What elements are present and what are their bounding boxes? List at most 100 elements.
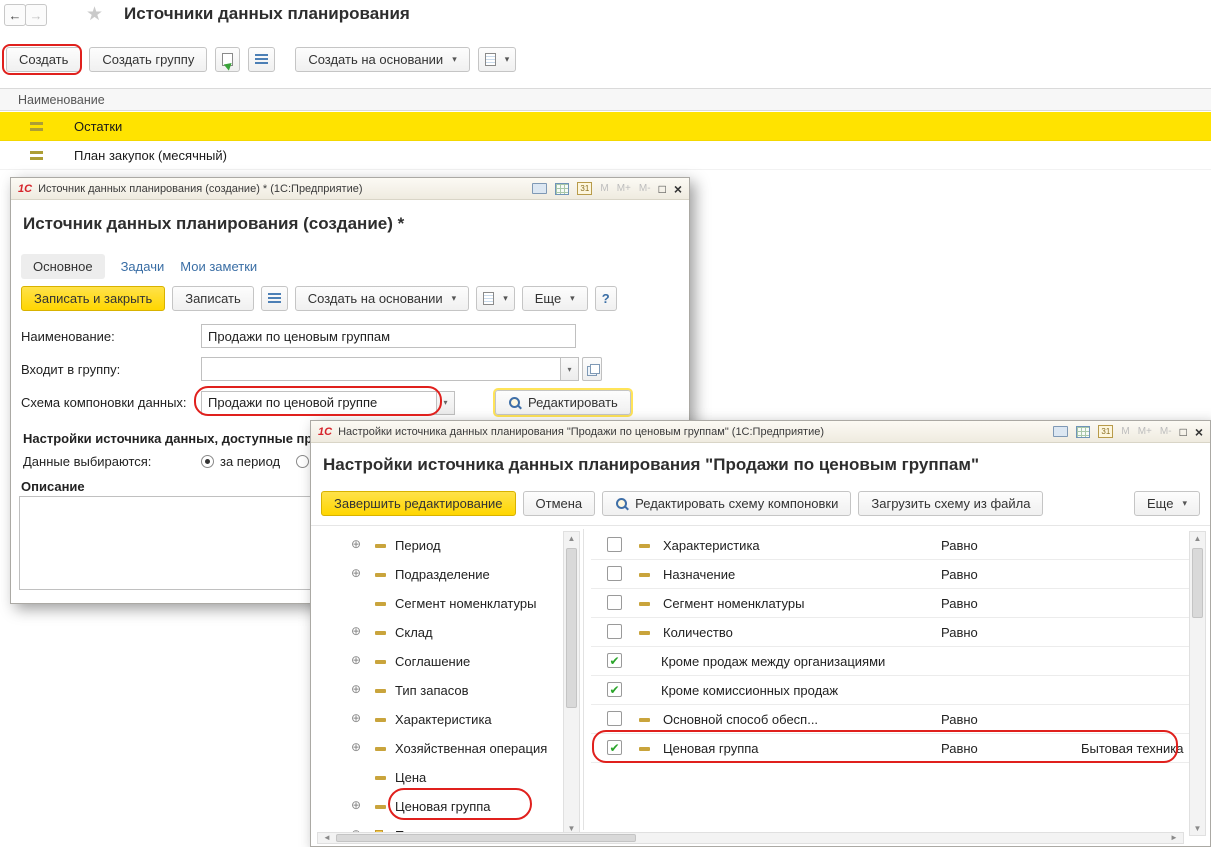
filter-row[interactable]: ✔Кроме комиссионных продаж [591,676,1189,705]
tree-item[interactable]: ⊕Соглашение [331,647,561,676]
tree-item[interactable]: ⊕Характеристика [331,705,561,734]
create-based-on-button[interactable]: Создать на основании ▾ [295,286,469,311]
tree-item[interactable]: ⊕Тип запасов [331,676,561,705]
chevron-down-icon: ▾ [505,54,510,65]
schema-dropdown-button[interactable]: ▾ [437,391,455,415]
filter-row[interactable]: Основной способ обесп...Равно [591,705,1189,734]
filter-row[interactable]: ✔Кроме продаж между организациями [591,647,1189,676]
edit-composition-schema-button[interactable]: Редактировать схему компоновки [602,491,851,516]
close-icon[interactable]: × [1195,424,1203,440]
filter-row[interactable]: Сегмент номенклатурыРавно [591,589,1189,618]
more-button[interactable]: Еще ▾ [522,286,588,311]
memory-m-button[interactable]: M [600,183,608,194]
name-input[interactable] [201,324,576,348]
cancel-button[interactable]: Отмена [523,491,596,516]
document-menu-button[interactable]: ▾ [478,47,517,72]
filter-checkbox[interactable]: ✔ [607,740,622,755]
scroll-right-icon[interactable]: ► [1167,833,1181,843]
document-menu-button[interactable]: ▾ [476,286,515,311]
tree-item[interactable]: ⊕Ценовая группа [331,792,561,821]
table-icon[interactable] [1076,426,1090,438]
table-icon[interactable] [555,183,569,195]
edit-schema-button[interactable]: Редактировать [495,390,631,415]
scroll-up-icon[interactable]: ▲ [564,534,579,543]
memory-m-plus-button[interactable]: M+ [1138,426,1152,437]
calendar-icon[interactable]: 31 [577,182,592,195]
expand-icon[interactable]: ⊕ [349,624,363,638]
print-icon[interactable] [1053,426,1068,437]
window-titlebar[interactable]: 1С Источник данных планирования (создани… [11,178,689,200]
expand-icon[interactable]: ⊕ [349,740,363,754]
expand-icon[interactable]: ⊕ [349,711,363,725]
save-button[interactable]: Записать [172,286,254,311]
tree-item[interactable]: ⊕Склад [331,618,561,647]
create-group-button[interactable]: Создать группу [89,47,207,72]
schema-input[interactable] [201,391,437,415]
expand-icon[interactable]: ⊕ [349,798,363,812]
filter-checkbox[interactable]: ✔ [607,682,622,697]
filters-vertical-scrollbar[interactable]: ▲ ▼ [1189,531,1206,836]
tab-tasks[interactable]: Задачи [121,259,165,274]
tree-item[interactable]: Цена [331,763,561,792]
column-header-name[interactable]: Наименование [0,88,1211,111]
memory-m-button[interactable]: M [1121,426,1129,437]
filter-checkbox[interactable] [607,566,622,581]
filter-checkbox[interactable] [607,711,622,726]
maximize-icon[interactable]: □ [1180,425,1187,439]
memory-m-minus-button[interactable]: M- [639,183,651,194]
list-view-button[interactable] [248,47,275,72]
tree-vertical-scrollbar[interactable]: ▲ ▼ [563,531,580,836]
more-button[interactable]: Еще ▾ [1134,491,1200,516]
tree-item[interactable]: ⊕Период [331,531,561,560]
print-icon[interactable] [532,183,547,194]
window-titlebar[interactable]: 1С Настройки источника данных планирован… [311,421,1210,443]
finish-editing-button[interactable]: Завершить редактирование [321,491,516,516]
memory-m-minus-button[interactable]: M- [1160,426,1172,437]
copy-document-button[interactable] [215,47,240,72]
filter-checkbox[interactable] [607,537,622,552]
tree-item[interactable]: ⊕Подразделение [331,560,561,589]
filter-checkbox[interactable]: ✔ [607,653,622,668]
scrollbar-thumb[interactable] [1192,548,1203,618]
expand-icon[interactable]: ⊕ [349,537,363,551]
list-item[interactable]: Остатки [0,112,1211,141]
create-based-on-button[interactable]: Создать на основании ▾ [295,47,469,72]
maximize-icon[interactable]: □ [659,182,666,196]
create-button[interactable]: Создать [6,47,81,72]
save-and-close-button[interactable]: Записать и закрыть [21,286,165,311]
filter-checkbox[interactable] [607,595,622,610]
list-view-button[interactable] [261,286,288,311]
load-schema-button[interactable]: Загрузить схему из файла [858,491,1043,516]
group-dropdown-button[interactable]: ▾ [561,357,579,381]
forward-button[interactable]: → [25,4,47,26]
tab-main[interactable]: Основное [21,254,105,279]
tree-item[interactable]: Сегмент номенклатуры [331,589,561,618]
scroll-down-icon[interactable]: ▼ [1190,824,1205,833]
favorite-star-icon[interactable]: ★ [86,3,103,26]
filter-row[interactable]: ХарактеристикаРавно [591,531,1189,560]
memory-m-plus-button[interactable]: M+ [617,183,631,194]
list-item[interactable]: План закупок (месячный) [0,141,1211,170]
group-open-button[interactable] [582,357,602,381]
scroll-left-icon[interactable]: ◄ [320,833,334,843]
filter-row[interactable]: КоличествоРавно [591,618,1189,647]
group-input[interactable] [201,357,561,381]
close-icon[interactable]: × [674,181,682,197]
horizontal-scrollbar[interactable]: ◄ ► [317,832,1184,844]
help-button[interactable]: ? [595,286,617,311]
back-button[interactable]: ← [4,4,26,26]
tree-item[interactable]: ⊕Хозяйственная операция [331,734,561,763]
calendar-icon[interactable]: 31 [1098,425,1113,438]
tab-my-notes[interactable]: Мои заметки [180,259,257,274]
filter-checkbox[interactable] [607,624,622,639]
radio-for-period[interactable] [201,455,214,468]
filter-row[interactable]: ✔Ценовая группаРавноБытовая техника [591,734,1189,763]
scrollbar-thumb[interactable] [566,548,577,708]
expand-icon[interactable]: ⊕ [349,653,363,667]
scrollbar-thumb[interactable] [336,834,636,842]
filter-row[interactable]: НазначениеРавно [591,560,1189,589]
radio-second-option[interactable] [296,455,309,468]
expand-icon[interactable]: ⊕ [349,566,363,580]
scroll-up-icon[interactable]: ▲ [1190,534,1205,543]
expand-icon[interactable]: ⊕ [349,682,363,696]
